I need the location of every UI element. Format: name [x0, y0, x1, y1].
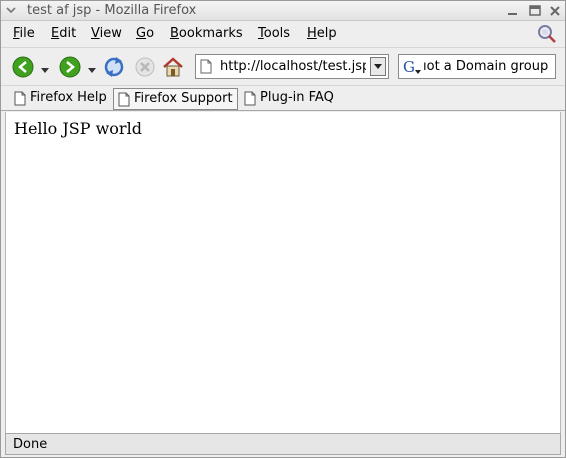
menu-tools-label: ools	[263, 26, 291, 41]
title-bar: test af jsp - Mozilla Firefox	[1, 1, 565, 21]
page-icon	[244, 91, 256, 106]
search-bar[interactable]: G ıot a Domain group	[398, 54, 556, 79]
bookmark-firefox-support[interactable]: Firefox Support	[113, 88, 238, 110]
reload-icon[interactable]	[102, 55, 126, 79]
menu-edit-label: dit	[59, 26, 77, 41]
menu-help-label: elp	[316, 26, 337, 41]
menu-go[interactable]: Go	[136, 26, 154, 41]
forward-dropdown-arrow-icon[interactable]	[87, 63, 97, 73]
throbber-icon[interactable]	[534, 23, 560, 45]
menu-bookmarks[interactable]: Bookmarks	[170, 26, 243, 41]
menu-file-label: ile	[19, 26, 35, 41]
address-history-dropdown[interactable]	[370, 57, 386, 76]
maximize-icon[interactable]	[527, 3, 543, 19]
forward-icon[interactable]	[58, 55, 82, 79]
menu-edit-accesskey: E	[51, 26, 60, 41]
bookmark-label: Firefox Help	[30, 90, 107, 105]
menu-view-accesskey: V	[91, 26, 100, 41]
page-icon	[200, 59, 212, 74]
bookmarks-toolbar: Firefox Help Firefox Support Plug-in FAQ	[1, 85, 565, 111]
status-bar: Done	[5, 433, 561, 455]
page-body-text: Hello JSP world	[14, 119, 142, 138]
menu-help[interactable]: Help	[307, 26, 337, 41]
menu-bar: File Edit View Go Bookmarks Tools Help	[1, 22, 565, 46]
bookmark-label: Plug-in FAQ	[260, 90, 334, 105]
home-icon[interactable]	[161, 55, 185, 79]
menu-view-label: iew	[99, 26, 122, 41]
menu-help-accesskey: H	[307, 26, 317, 41]
back-dropdown-arrow-icon[interactable]	[40, 63, 50, 73]
page-content: Hello JSP world	[5, 112, 561, 433]
navigation-toolbar: http://localhost/test.jsp G ıot a Domain…	[1, 47, 565, 85]
window-menu-icon[interactable]	[5, 4, 17, 16]
bookmark-firefox-help[interactable]: Firefox Help	[10, 88, 107, 110]
window-title: test af jsp - Mozilla Firefox	[27, 3, 197, 18]
menu-file[interactable]: File	[13, 26, 35, 41]
bookmark-label: Firefox Support	[134, 91, 233, 106]
address-input[interactable]: http://localhost/test.jsp	[220, 59, 366, 74]
menu-go-label: o	[146, 26, 155, 41]
page-icon	[14, 91, 26, 106]
minimize-icon[interactable]	[505, 3, 521, 19]
svg-text:G: G	[403, 58, 415, 76]
menu-view[interactable]: View	[91, 26, 122, 41]
search-engine-icon[interactable]: G	[402, 58, 422, 76]
close-icon[interactable]	[547, 3, 563, 19]
menu-bookmarks-accesskey: B	[170, 26, 179, 41]
menu-edit[interactable]: Edit	[51, 26, 76, 41]
back-icon[interactable]	[11, 55, 35, 79]
browser-window: test af jsp - Mozilla Firefox File Edit …	[0, 0, 566, 458]
page-icon	[118, 92, 130, 107]
bookmark-plugin-faq[interactable]: Plug-in FAQ	[240, 88, 334, 110]
stop-icon[interactable]	[133, 55, 157, 79]
menu-tools[interactable]: Tools	[258, 26, 290, 41]
menu-bookmarks-label: ookmarks	[178, 26, 243, 41]
search-input[interactable]: ıot a Domain group	[423, 59, 548, 74]
menu-go-accesskey: G	[136, 26, 147, 41]
status-text: Done	[13, 437, 48, 452]
address-bar[interactable]: http://localhost/test.jsp	[195, 54, 389, 79]
